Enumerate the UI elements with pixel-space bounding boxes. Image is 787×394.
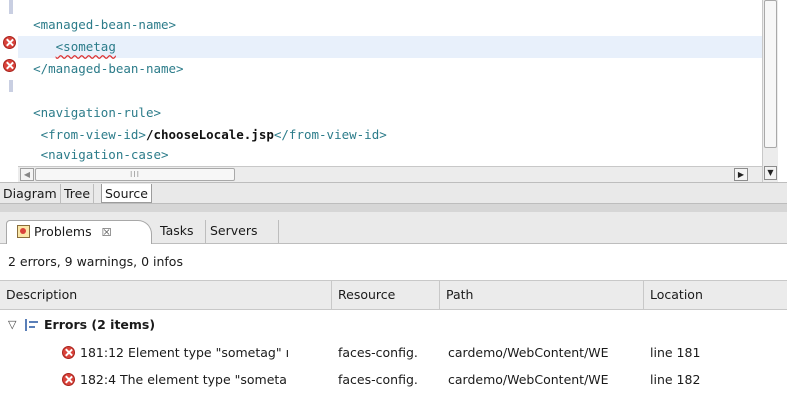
problem-description: 182:4 The element type "someta: [80, 372, 287, 387]
column-header-description[interactable]: Description: [0, 281, 332, 309]
error-icon[interactable]: [3, 59, 16, 72]
view-separator[interactable]: [0, 204, 787, 212]
table-row[interactable]: 181:12 Element type "sometag" ı faces-co…: [0, 339, 787, 367]
editor-page-tabs: Diagram Tree Source: [0, 182, 787, 204]
scroll-left-arrow-icon[interactable]: ◀: [20, 168, 34, 181]
code-line: <navigation-rule>: [18, 102, 762, 124]
problems-icon: [17, 225, 30, 238]
column-header-resource[interactable]: Resource: [332, 281, 440, 309]
error-icon: [62, 346, 75, 359]
expand-chevron-icon[interactable]: ▽: [8, 311, 16, 339]
xml-tag: </managed-bean-name>: [33, 61, 184, 76]
tab-diagram[interactable]: Diagram: [0, 184, 61, 203]
tab-divider: [278, 220, 279, 244]
tab-source[interactable]: Source: [101, 184, 152, 203]
xml-text: /chooseLocale.jsp: [145, 127, 274, 142]
tab-servers[interactable]: Servers: [205, 220, 258, 244]
xml-tag-error: <sometag: [55, 39, 116, 54]
xml-tag: <managed-bean-name>: [33, 17, 177, 32]
problem-path: cardemo/WebContent/WE: [448, 345, 609, 360]
errors-group-row[interactable]: ▽ Errors (2 items): [0, 311, 787, 339]
tab-problems-label: Problems: [33, 224, 92, 239]
vertical-scrollbar[interactable]: ▼: [762, 0, 778, 182]
error-icon[interactable]: [3, 36, 16, 49]
horizontal-scrollbar[interactable]: ◀ III ▶: [18, 166, 762, 182]
code-line: <sometag: [18, 36, 762, 58]
code-line: <managed-bean-name>: [18, 14, 762, 36]
view-tab-bar: Problems ☒ Tasks Servers: [0, 212, 787, 244]
errors-group-label: Errors (2 items): [44, 317, 156, 332]
problems-table-header: Description Resource Path Location: [0, 280, 787, 310]
tab-tasks[interactable]: Tasks: [160, 220, 194, 244]
scroll-right-arrow-icon[interactable]: ▶: [734, 168, 748, 181]
problems-summary: 2 errors, 9 warnings, 0 infos: [0, 244, 787, 280]
code-line: </managed-bean-name>: [18, 58, 762, 80]
horizontal-scrollbar-thumb[interactable]: III: [35, 168, 235, 181]
table-row[interactable]: 182:4 The element type "someta faces-con…: [0, 366, 787, 394]
problem-location: line 181: [650, 345, 701, 360]
problem-location: line 182: [650, 372, 701, 387]
vertical-scrollbar-thumb[interactable]: [764, 0, 777, 148]
tab-problems[interactable]: Problems ☒: [6, 220, 152, 244]
code-line: <navigation-case>: [18, 144, 762, 166]
scrollbar-grip: III: [129, 170, 141, 179]
xml-source-editor[interactable]: <managed-bean-name> <sometag </managed-b…: [0, 0, 787, 182]
problem-resource: faces-config.: [338, 372, 418, 387]
xml-tag: </from-view-id>: [273, 127, 387, 142]
column-header-location[interactable]: Location: [644, 281, 787, 309]
close-icon[interactable]: ☒: [102, 222, 112, 244]
scroll-down-arrow-icon[interactable]: ▼: [764, 166, 777, 180]
code-line: <from-view-id>/chooseLocale.jsp</from-vi…: [18, 124, 762, 146]
error-icon: [62, 373, 75, 386]
problem-description: 181:12 Element type "sometag" ı: [80, 345, 290, 360]
column-header-path[interactable]: Path: [440, 281, 644, 309]
xml-tag: <from-view-id>: [40, 127, 146, 142]
xml-tag: <navigation-case>: [40, 147, 169, 162]
change-marker: [9, 80, 13, 92]
problem-resource: faces-config.: [338, 345, 418, 360]
tab-tree[interactable]: Tree: [61, 184, 95, 203]
xml-tag: <navigation-rule>: [33, 105, 161, 120]
problem-path: cardemo/WebContent/WE: [448, 372, 609, 387]
error-group-icon: [25, 319, 38, 331]
editor-gutter: [0, 0, 18, 166]
change-marker: [9, 0, 13, 14]
code-area[interactable]: <managed-bean-name> <sometag </managed-b…: [18, 0, 762, 166]
